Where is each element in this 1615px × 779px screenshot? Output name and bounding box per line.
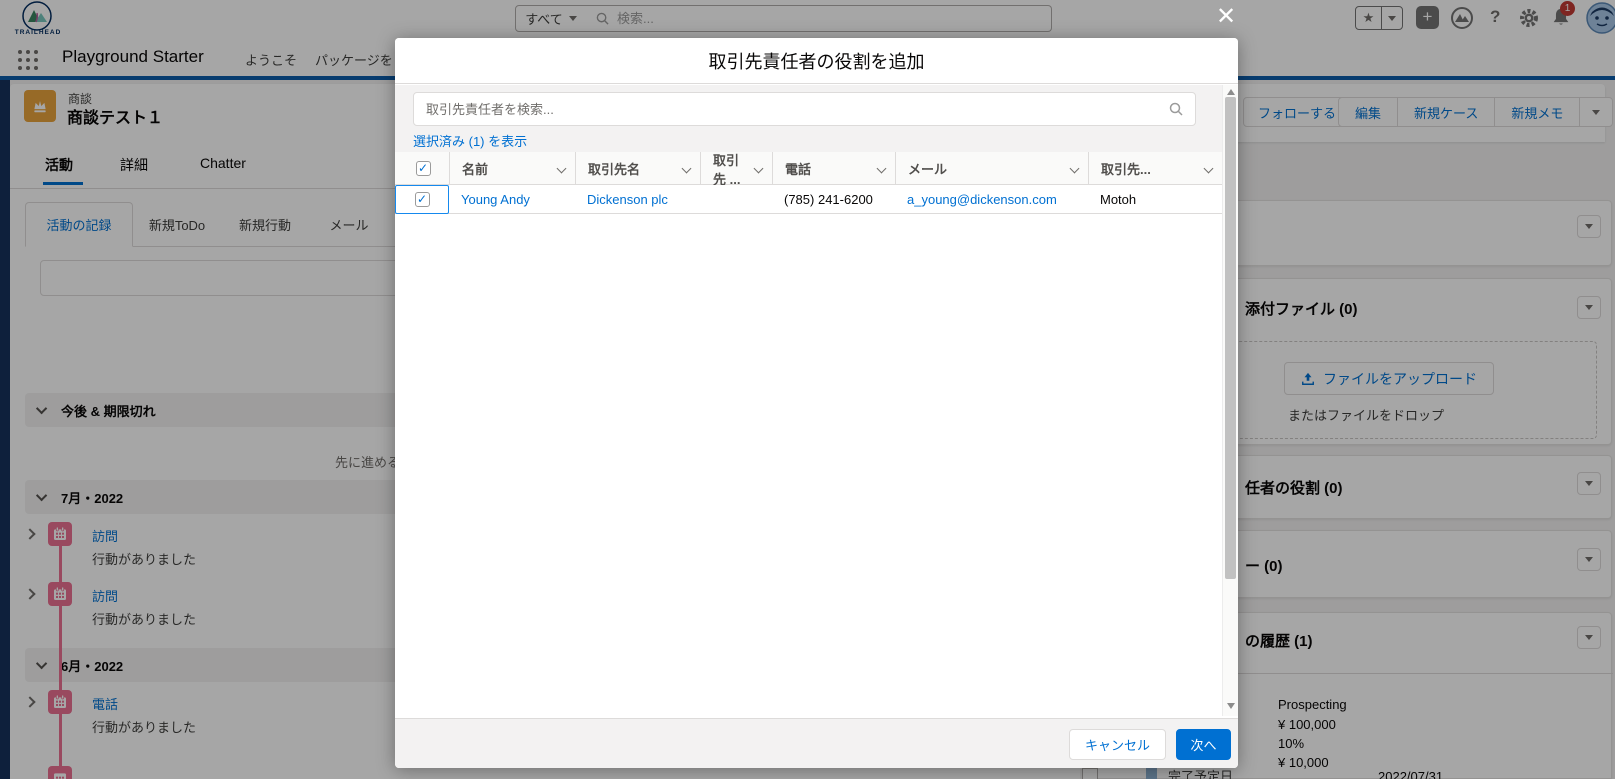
row-checkbox[interactable]: ✓ xyxy=(414,192,430,207)
column-header-phone[interactable]: 電話 xyxy=(772,152,895,185)
chevron-down-icon xyxy=(1203,163,1214,174)
select-all-cell[interactable]: ✓ xyxy=(395,152,449,185)
modal-title: 取引先責任者の役割を追加 xyxy=(395,38,1238,84)
modal-footer: キャンセル 次へ xyxy=(395,718,1238,768)
table-header-row: ✓ 名前 取引先名 取引先 ... 電話 メール 取引先... xyxy=(395,152,1222,187)
show-selected-link[interactable]: 選択済み (1) を表示 xyxy=(413,131,527,150)
add-contact-role-modal: 取引先責任者の役割を追加 選択済み (1) を表示 ✓ 名前 取 xyxy=(395,38,1238,768)
chevron-down-icon xyxy=(753,163,764,174)
scroll-down-arrow[interactable] xyxy=(1227,703,1235,709)
cell-account-link[interactable]: Dickenson plc xyxy=(575,185,700,214)
table-row[interactable]: ✓ Young Andy Dickenson plc (785) 241-620… xyxy=(395,185,1222,214)
chevron-down-icon xyxy=(1069,163,1080,174)
screen: TRAILHEAD すべて ★ + ? xyxy=(0,0,1615,779)
modal-close-icon[interactable]: ✕ xyxy=(1208,0,1244,34)
modal-search-section: 選択済み (1) を表示 xyxy=(395,85,1238,152)
scrollbar-thumb[interactable] xyxy=(1225,97,1236,579)
next-button[interactable]: 次へ xyxy=(1176,729,1231,760)
chevron-down-icon xyxy=(556,163,567,174)
column-header-account[interactable]: 取引先名 xyxy=(575,152,700,185)
chevron-down-icon xyxy=(876,163,887,174)
search-icon xyxy=(1169,102,1183,116)
contact-search-input[interactable] xyxy=(426,101,1169,117)
cell-phone: (785) 241-6200 xyxy=(784,192,873,207)
chevron-down-icon xyxy=(681,163,692,174)
scroll-up-arrow[interactable] xyxy=(1227,89,1235,95)
modal-scrollbar[interactable] xyxy=(1222,85,1238,716)
select-all-checkbox[interactable]: ✓ xyxy=(415,161,431,176)
cell-email-link[interactable]: a_young@dickenson.com xyxy=(895,185,1088,214)
row-select-cell[interactable]: ✓ xyxy=(395,185,449,214)
column-header-name[interactable]: 名前 xyxy=(449,152,575,185)
column-header-email[interactable]: メール xyxy=(895,152,1088,185)
cell-account3: Motoh xyxy=(1100,192,1137,207)
contact-search-box[interactable] xyxy=(413,92,1196,126)
cell-account2 xyxy=(700,185,772,214)
column-header-account3[interactable]: 取引先... xyxy=(1088,152,1222,185)
column-header-account2[interactable]: 取引先 ... xyxy=(700,152,772,187)
cell-name-link[interactable]: Young Andy xyxy=(449,185,575,214)
cancel-button[interactable]: キャンセル xyxy=(1069,729,1166,760)
